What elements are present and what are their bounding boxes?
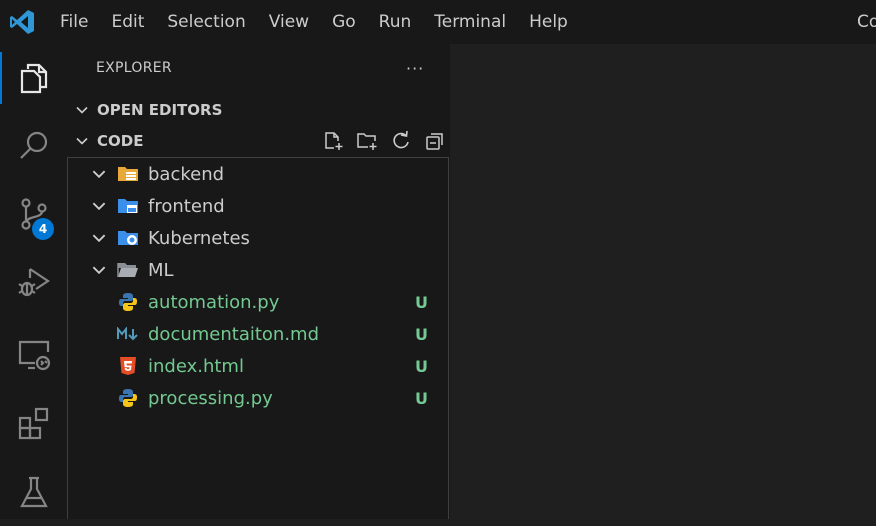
folder-actions <box>316 125 452 156</box>
tree-label: ML <box>148 259 174 281</box>
testing-icon <box>19 476 48 508</box>
menu-selection[interactable]: Selection <box>167 0 245 44</box>
git-status-untracked: U <box>415 388 428 408</box>
search-icon <box>19 131 47 159</box>
new-folder-icon[interactable] <box>350 125 384 156</box>
tree-label: frontend <box>148 195 225 217</box>
html-icon <box>117 355 139 377</box>
folder-backend-icon <box>117 163 139 185</box>
tree-label: backend <box>148 163 225 185</box>
chevron-down-icon <box>92 234 106 243</box>
chevron-down-icon <box>67 125 97 156</box>
folder-section-code[interactable]: CODE <box>67 125 450 156</box>
open-editors-section[interactable]: OPEN EDITORS <box>67 94 450 125</box>
tree-file-documentation[interactable]: documentaiton.md U <box>68 318 448 350</box>
tree-file-automation[interactable]: automation.py U <box>68 286 448 318</box>
menu-terminal[interactable]: Terminal <box>434 0 506 44</box>
run-debug-icon <box>17 268 50 297</box>
tree-folder-kubernetes[interactable]: Kubernetes <box>68 222 448 254</box>
menu-help[interactable]: Help <box>529 0 568 44</box>
folder-icon <box>117 259 139 281</box>
editor-area[interactable] <box>450 44 876 519</box>
vscode-logo-icon[interactable] <box>9 9 35 35</box>
menu-go[interactable]: Go <box>332 0 356 44</box>
tree-folder-frontend[interactable]: frontend <box>68 190 448 222</box>
activity-testing[interactable] <box>0 458 67 526</box>
menu-file[interactable]: File <box>60 0 88 44</box>
tree-label: Kubernetes <box>148 227 250 249</box>
tree-label: processing.py <box>148 387 273 409</box>
menu-view[interactable]: View <box>269 0 309 44</box>
chevron-down-icon <box>92 266 106 275</box>
remote-explorer-icon <box>18 340 50 371</box>
tree-label: automation.py <box>148 291 280 313</box>
folder-kubernetes-icon <box>117 227 139 249</box>
activity-search[interactable] <box>0 112 67 180</box>
activity-explorer[interactable] <box>0 44 67 112</box>
activity-bar: 4 <box>0 44 67 519</box>
window-title: Co <box>857 12 876 32</box>
explorer-icon <box>20 63 47 94</box>
explorer-sidebar: EXPLORER ··· OPEN EDITORS CODE backend f… <box>67 44 450 519</box>
folder-section-label: CODE <box>97 131 144 150</box>
git-status-untracked: U <box>415 292 428 312</box>
extensions-icon <box>18 407 48 440</box>
python-icon <box>117 387 139 409</box>
git-status-untracked: U <box>415 324 428 344</box>
folder-frontend-icon <box>117 195 139 217</box>
activity-remote-explorer[interactable] <box>0 321 67 389</box>
git-status-untracked: U <box>415 356 428 376</box>
activity-extensions[interactable] <box>0 389 67 457</box>
tree-folder-ml[interactable]: ML <box>68 254 448 286</box>
menu-bar: File Edit Selection View Go Run Terminal… <box>60 0 591 44</box>
explorer-header: EXPLORER <box>96 60 172 76</box>
tree-folder-backend[interactable]: backend <box>68 158 448 190</box>
chevron-down-icon <box>92 202 106 211</box>
tree-file-processing[interactable]: processing.py U <box>68 382 448 414</box>
file-tree: backend frontend Kubernetes ML automatio… <box>67 157 449 519</box>
activity-source-control[interactable] <box>0 180 67 248</box>
python-icon <box>117 291 139 313</box>
collapse-all-icon[interactable] <box>418 125 452 156</box>
refresh-icon[interactable] <box>384 125 418 156</box>
title-bar: File Edit Selection View Go Run Terminal… <box>0 0 876 44</box>
source-control-badge: 4 <box>32 218 54 240</box>
tree-file-index[interactable]: index.html U <box>68 350 448 382</box>
more-actions-icon[interactable]: ··· <box>406 59 424 78</box>
activity-run-debug[interactable] <box>0 248 67 316</box>
tree-label: index.html <box>148 355 244 377</box>
chevron-down-icon <box>92 170 106 179</box>
markdown-icon <box>117 323 139 345</box>
chevron-down-icon <box>67 94 97 125</box>
menu-run[interactable]: Run <box>379 0 412 44</box>
new-file-icon[interactable] <box>316 125 350 156</box>
open-editors-label: OPEN EDITORS <box>97 100 223 119</box>
tree-label: documentaiton.md <box>148 323 320 345</box>
menu-edit[interactable]: Edit <box>111 0 144 44</box>
